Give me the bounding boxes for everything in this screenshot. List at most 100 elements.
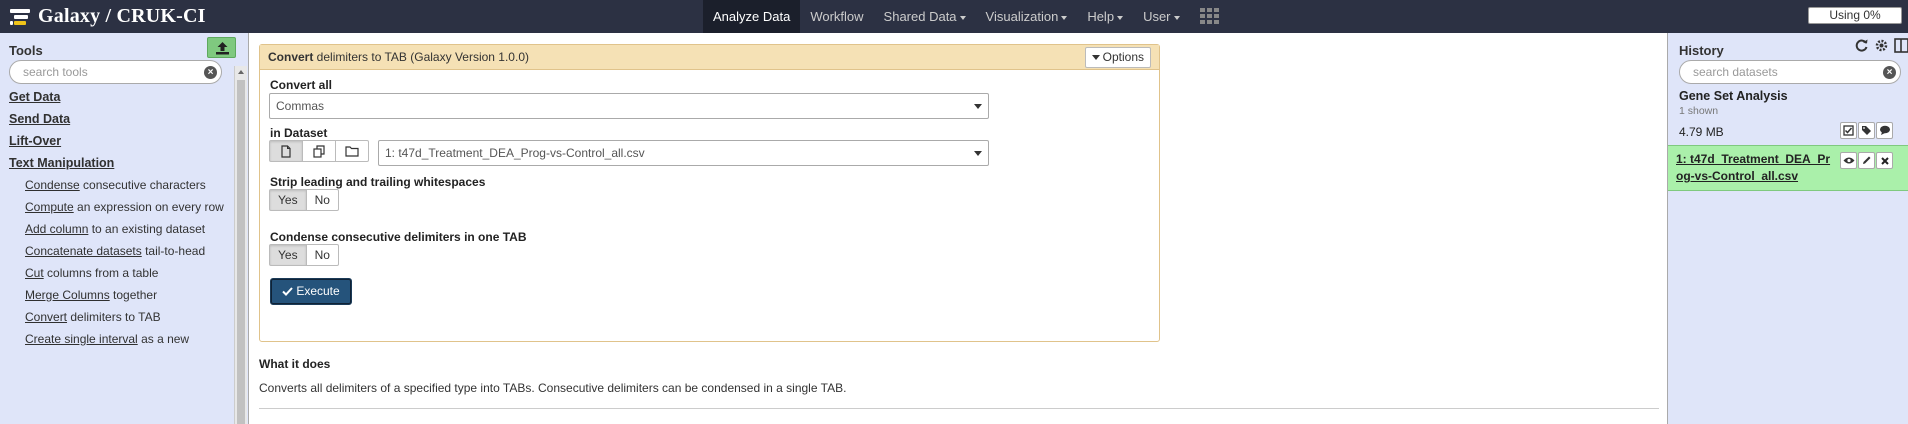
tool-link-compute[interactable]: Compute: [25, 200, 74, 214]
section-lift-over[interactable]: Lift-Over: [0, 130, 234, 152]
dataset-title[interactable]: 1: t47d_Treatment_DEA_Prog-vs-Control_al…: [1676, 151, 1831, 185]
masthead: Galaxy / CRUK-CI Analyze Data Workflow S…: [0, 0, 1908, 33]
tool-link-convert[interactable]: Convert: [25, 310, 67, 324]
tool-desc: as a new: [137, 332, 190, 346]
upload-icon: [216, 42, 229, 55]
quota-meter[interactable]: Using 0%: [1808, 7, 1902, 24]
annotation-button[interactable]: [1876, 122, 1893, 139]
columns-icon[interactable]: [1894, 38, 1908, 53]
tool-item: Convert delimiters to TAB: [0, 309, 234, 326]
condense-label: Condense consecutive delimiters in one T…: [270, 230, 527, 244]
tool-link-condense[interactable]: Condense: [25, 178, 80, 192]
tool-search-box: ×: [9, 60, 222, 84]
edit-button[interactable]: [1858, 152, 1875, 169]
grid-icon: [1199, 8, 1219, 24]
tags-button[interactable]: [1858, 122, 1875, 139]
history-search-box: ×: [1679, 60, 1901, 84]
tool-link-cut[interactable]: Cut: [25, 266, 44, 280]
dataset-collection-button[interactable]: [335, 140, 369, 162]
strip-no-button[interactable]: No: [305, 189, 339, 211]
brand-title: Galaxy / CRUK-CI: [38, 5, 206, 27]
nav-help[interactable]: Help: [1077, 0, 1133, 33]
nav-shared-data[interactable]: Shared Data: [874, 0, 976, 33]
options-button[interactable]: Options: [1084, 47, 1151, 68]
nav-workflow[interactable]: Workflow: [800, 0, 873, 33]
refresh-icon[interactable]: [1854, 38, 1869, 53]
nav-label: Visualization: [985, 9, 1059, 24]
tool-desc: to an existing dataset: [88, 222, 206, 236]
tags-icon: [1861, 126, 1871, 135]
clear-search-icon[interactable]: ×: [1883, 66, 1896, 79]
select-all-button[interactable]: [1840, 122, 1857, 139]
tool-item: Cut columns from a table: [0, 265, 234, 282]
history-dataset[interactable]: 1: t47d_Treatment_DEA_Prog-vs-Control_al…: [1668, 145, 1908, 191]
history-shown-count: 1 shown: [1679, 105, 1719, 117]
tool-desc: together: [109, 288, 158, 302]
section-get-data[interactable]: Get Data: [0, 86, 234, 108]
in-dataset-select[interactable]: 1: t47d_Treatment_DEA_Prog-vs-Control_al…: [378, 140, 989, 166]
single-dataset-button[interactable]: [269, 140, 303, 162]
caret-down-icon: [959, 15, 966, 20]
convert-all-select[interactable]: Commas: [269, 93, 989, 119]
gear-icon[interactable]: [1874, 38, 1889, 53]
dataset-actions: [1840, 152, 1893, 169]
history-name[interactable]: Gene Set Analysis: [1679, 89, 1788, 103]
section-send-data[interactable]: Send Data: [0, 108, 234, 130]
close-icon: [1880, 156, 1889, 165]
upload-button[interactable]: [207, 37, 236, 58]
section-text-manipulation[interactable]: Text Manipulation: [0, 152, 234, 174]
multiple-datasets-button[interactable]: [302, 140, 336, 162]
history-title: History: [1679, 43, 1724, 58]
tool-search-input[interactable]: [23, 65, 182, 79]
nav-label: Help: [1087, 9, 1115, 24]
nav-label: User: [1143, 9, 1171, 24]
scroll-up-icon[interactable]: [238, 70, 244, 74]
eye-icon: [1843, 157, 1854, 164]
condense-no-button[interactable]: No: [305, 244, 339, 266]
file-icon: [281, 144, 291, 158]
tool-item: Merge Columns together: [0, 287, 234, 304]
main-nav: Analyze Data Workflow Shared Data Visual…: [703, 0, 1229, 33]
tool-link-merge-columns[interactable]: Merge Columns: [25, 288, 110, 302]
nav-visualization[interactable]: Visualization: [976, 0, 1078, 33]
history-size: 4.79 MB: [1679, 125, 1724, 139]
nav-analyze-data[interactable]: Analyze Data: [703, 0, 801, 33]
history-options: [1854, 38, 1908, 53]
nav-label: Workflow: [810, 9, 864, 24]
files-icon: [312, 144, 325, 158]
help-text: Converts all delimiters of a specified t…: [259, 381, 847, 395]
caret-down-icon: [1091, 55, 1100, 61]
history-panel: History × Gene Set Analysis 1 shown 4.79…: [1668, 33, 1908, 424]
dataset-source-toggle: [269, 140, 369, 162]
condense-yes-button[interactable]: Yes: [269, 244, 307, 266]
delete-button[interactable]: [1876, 152, 1893, 169]
condense-toggle: Yes No: [269, 244, 339, 266]
tool-panel-scrollbar[interactable]: [234, 66, 247, 424]
nav-user[interactable]: User: [1133, 0, 1189, 33]
folder-icon: [345, 146, 359, 157]
nav-apps[interactable]: [1190, 0, 1229, 33]
tool-link-add-column[interactable]: Add column: [25, 222, 88, 236]
strip-toggle: Yes No: [269, 189, 339, 211]
nav-label: Analyze Data: [713, 9, 791, 24]
display-button[interactable]: [1840, 152, 1857, 169]
tool-desc: columns from a table: [43, 266, 159, 280]
tool-desc: tail-to-head: [141, 244, 206, 258]
help-divider: [259, 408, 1659, 409]
history-search-input[interactable]: [1693, 65, 1859, 79]
caret-down-icon: [1173, 15, 1180, 20]
clear-search-icon[interactable]: ×: [204, 66, 217, 79]
help-title: What it does: [259, 357, 331, 371]
check-icon: [282, 287, 294, 296]
tool-link-concatenate[interactable]: Concatenate datasets: [25, 244, 142, 258]
tool-link-create-interval[interactable]: Create single interval: [25, 332, 138, 346]
strip-yes-button[interactable]: Yes: [269, 189, 307, 211]
tool-item: Add column to an existing dataset: [0, 221, 234, 238]
tool-item: Concatenate datasets tail-to-head: [0, 243, 234, 260]
galaxy-logo-icon: [10, 7, 32, 27]
scrollbar-thumb[interactable]: [237, 80, 245, 424]
brand[interactable]: Galaxy / CRUK-CI: [10, 3, 206, 30]
execute-button[interactable]: Execute: [270, 278, 352, 305]
tool-form-header: Convert delimiters to TAB (Galaxy Versio…: [260, 45, 1159, 70]
convert-all-label: Convert all: [270, 78, 333, 92]
